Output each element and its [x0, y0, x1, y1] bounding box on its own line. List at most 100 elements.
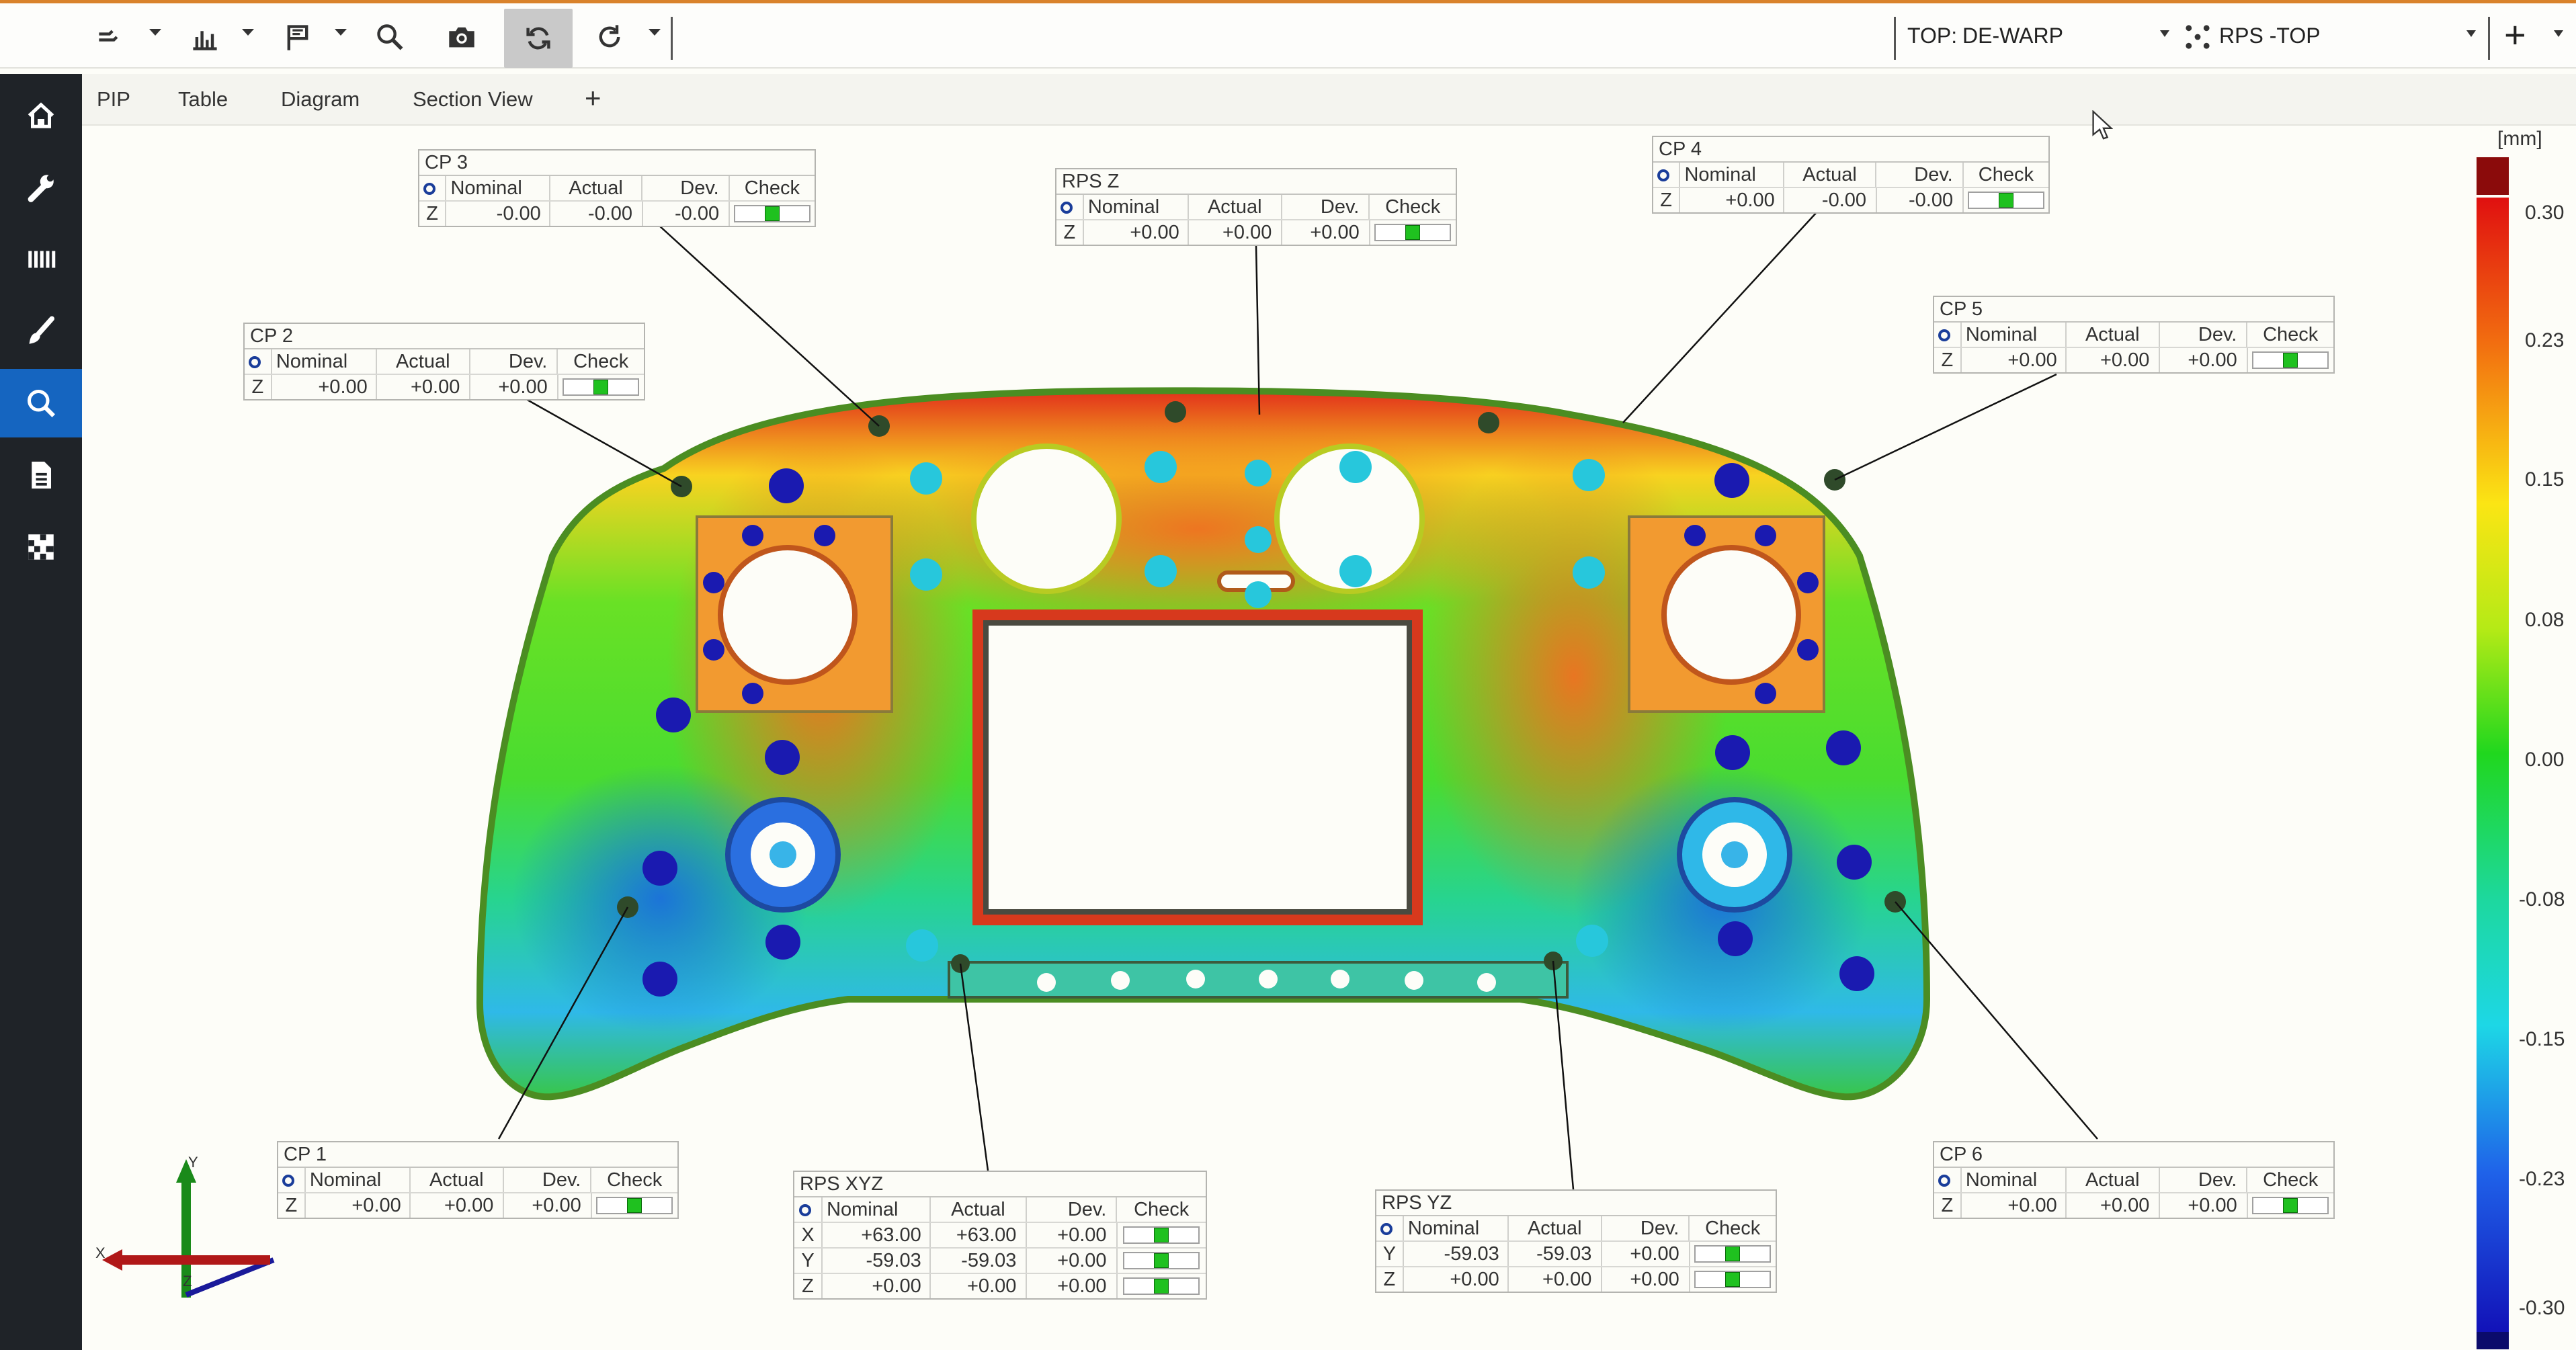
- add-tab-button[interactable]: +: [585, 82, 601, 114]
- header-nominal: Nominal: [446, 176, 550, 200]
- alignment-dropdown-icon[interactable]: [2160, 30, 2169, 37]
- annotation-cp2[interactable]: CP 2 Nominal Actual Dev. Check Z +0.00 +…: [243, 323, 645, 400]
- annotation-header-row: Nominal Actual Dev. Check: [794, 1197, 1206, 1223]
- annotation-header-row: Nominal Actual Dev. Check: [1934, 323, 2333, 348]
- rps-select[interactable]: RPS -TOP: [2219, 24, 2321, 48]
- nominal-circle-icon: [1061, 202, 1073, 214]
- pattern-icon[interactable]: [0, 513, 82, 581]
- annotation-cp3[interactable]: CP 3 Nominal Actual Dev. Check Z -0.00 -…: [418, 149, 816, 227]
- check-indicator: [1968, 192, 2045, 209]
- annotation-data-row: Z +0.00 +0.00 +0.00: [245, 375, 644, 399]
- annotation-title: CP 2: [245, 324, 644, 349]
- annotation-title: CP 3: [419, 151, 815, 176]
- alignment-prefix: TOP:: [1907, 24, 1958, 48]
- header-dev: Dev.: [1602, 1216, 1690, 1240]
- refresh-icon[interactable]: [591, 13, 628, 60]
- alignment-select[interactable]: DE-WARP: [1962, 24, 2063, 48]
- deviation-value: +0.00: [1027, 1223, 1118, 1247]
- search-icon[interactable]: [0, 369, 82, 437]
- annotation-rps-xyz[interactable]: RPS XYZ Nominal Actual Dev. Check X +63.…: [793, 1171, 1207, 1300]
- axis-label: Z: [1934, 348, 1962, 372]
- header-actual: Actual: [1784, 163, 1877, 187]
- annotation-header-row: Nominal Actual Dev. Check: [245, 349, 644, 375]
- document-icon[interactable]: [0, 441, 82, 509]
- header-dev: Dev.: [2160, 323, 2248, 347]
- tab-pip[interactable]: PIP: [97, 87, 130, 112]
- actual-value: +0.00: [1189, 220, 1283, 245]
- deviation-value: +0.00: [1602, 1267, 1690, 1292]
- toolbar-divider: [671, 17, 673, 60]
- header-check: Check: [1705, 1218, 1761, 1239]
- nominal-value: +0.00: [272, 375, 377, 399]
- deviation-value: +0.00: [504, 1193, 592, 1218]
- annotation-data-row: Z +0.00 +0.00 +0.00: [794, 1274, 1206, 1298]
- annotation-cp5[interactable]: CP 5 Nominal Actual Dev. Check Z +0.00 +…: [1933, 296, 2335, 374]
- chart-dropdown-icon[interactable]: [242, 29, 254, 36]
- header-nominal: Nominal: [1962, 323, 2067, 347]
- rps-points-icon: [2182, 15, 2214, 58]
- coordinate-triad: Y X Z: [95, 1154, 275, 1298]
- sync-icon[interactable]: [504, 9, 573, 68]
- annotation-data-row: X +63.00 +63.00 +0.00: [794, 1223, 1206, 1249]
- align-icon[interactable]: [94, 13, 128, 60]
- annotation-cp1[interactable]: CP 1 Nominal Actual Dev. Check Z +0.00 +…: [277, 1141, 679, 1219]
- axis-label: X: [794, 1223, 823, 1247]
- nominal-value: +0.00: [1680, 188, 1784, 212]
- tab-diagram[interactable]: Diagram: [281, 87, 360, 112]
- color-scale-bar: [2477, 157, 2509, 1349]
- wrench-icon[interactable]: [0, 153, 82, 222]
- axis-label: Z: [278, 1193, 306, 1218]
- scale-tick-label: 0.30: [2525, 202, 2565, 224]
- header-dev: Dev.: [1282, 195, 1370, 219]
- flag-dropdown-icon[interactable]: [335, 29, 347, 36]
- camera-icon[interactable]: [444, 13, 480, 60]
- nominal-circle-icon: [249, 356, 261, 369]
- actual-value: -59.03: [931, 1249, 1028, 1273]
- annotation-rps-z[interactable]: RPS Z Nominal Actual Dev. Check Z +0.00 …: [1055, 168, 1457, 246]
- axis-label: Y: [794, 1249, 823, 1273]
- annotation-cp6[interactable]: CP 6 Nominal Actual Dev. Check Z +0.00 +…: [1933, 1141, 2335, 1219]
- header-dev: Dev.: [642, 176, 730, 200]
- add-button[interactable]: +: [2504, 13, 2526, 56]
- flag-icon[interactable]: [281, 13, 315, 60]
- annotation-title: RPS XYZ: [794, 1172, 1206, 1197]
- check-indicator: [734, 205, 811, 222]
- annotation-title: CP 6: [1934, 1142, 2333, 1168]
- tab-table[interactable]: Table: [178, 87, 228, 112]
- chart-icon[interactable]: [188, 13, 222, 60]
- header-check: Check: [1134, 1199, 1190, 1220]
- align-dropdown-icon[interactable]: [149, 29, 161, 36]
- add-dropdown-icon[interactable]: [2554, 30, 2563, 37]
- axis-label: Z: [245, 375, 272, 399]
- axis-label: Z: [1653, 188, 1681, 212]
- annotation-title: CP 1: [278, 1142, 677, 1168]
- refresh-dropdown-icon[interactable]: [649, 29, 661, 36]
- tab-section-view[interactable]: Section View: [413, 87, 533, 112]
- deviation-value: +0.00: [1027, 1249, 1118, 1273]
- annotation-cp4[interactable]: CP 4 Nominal Actual Dev. Check Z +0.00 -…: [1652, 136, 2050, 214]
- header-actual: Actual: [2067, 323, 2160, 347]
- nominal-circle-icon: [423, 183, 436, 196]
- scale-tick-label: -0.23: [2519, 1168, 2565, 1190]
- ruler-icon[interactable]: [0, 225, 82, 294]
- rps-dropdown-icon[interactable]: [2466, 30, 2476, 37]
- header-check: Check: [573, 351, 629, 372]
- home-icon[interactable]: [0, 81, 82, 150]
- annotation-title: CP 5: [1934, 297, 2333, 323]
- header-actual: Actual: [377, 349, 470, 374]
- brush-icon[interactable]: [0, 297, 82, 366]
- header-dev: Dev.: [1876, 163, 1964, 187]
- nominal-circle-icon: [1938, 329, 1951, 342]
- axis-label: Z: [1934, 1193, 1962, 1218]
- check-indicator: [1694, 1245, 1772, 1263]
- check-indicator: [563, 378, 640, 396]
- header-check: Check: [2263, 324, 2319, 345]
- actual-value: +63.00: [931, 1223, 1028, 1247]
- search-icon[interactable]: [373, 13, 407, 60]
- header-dev: Dev.: [1027, 1197, 1118, 1222]
- annotation-data-row: Y -59.03 -59.03 +0.00: [794, 1249, 1206, 1274]
- annotation-rps-yz[interactable]: RPS YZ Nominal Actual Dev. Check Y -59.0…: [1375, 1189, 1777, 1293]
- header-actual: Actual: [2067, 1168, 2160, 1192]
- annotation-header-row: Nominal Actual Dev. Check: [1934, 1168, 2333, 1193]
- nominal-circle-icon: [799, 1204, 812, 1217]
